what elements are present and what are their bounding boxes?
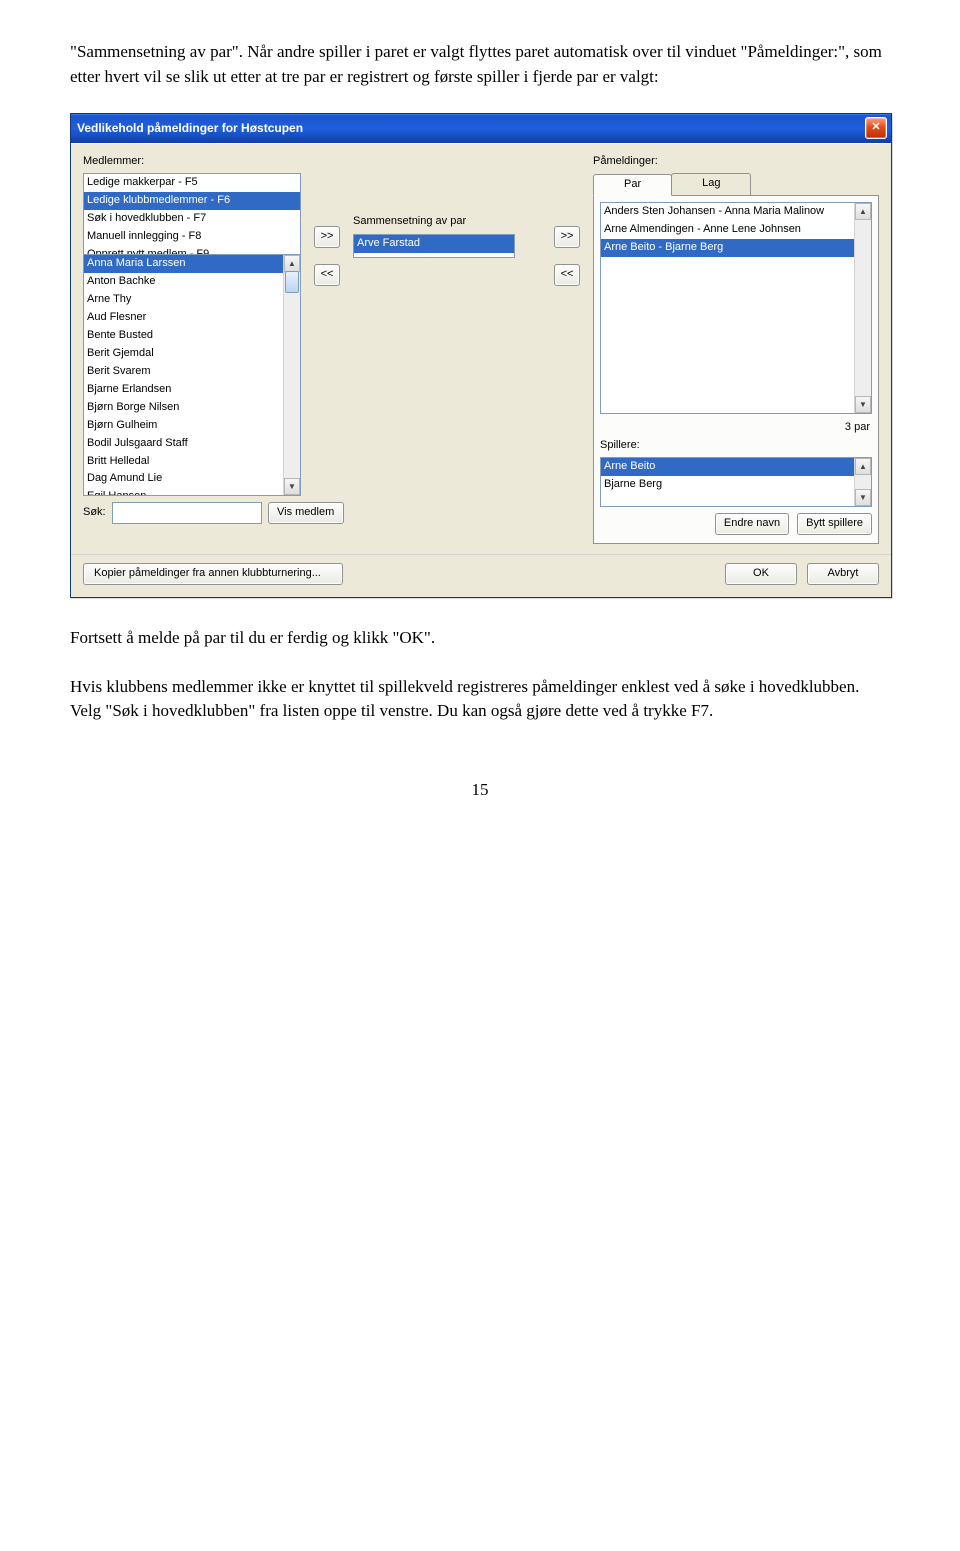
members-column: Medlemmer: Ledige makkerpar - F5 Ledige … — [83, 154, 301, 544]
list-item[interactable]: Manuell innlegging - F8 — [84, 228, 300, 246]
page-number: 15 — [70, 778, 890, 803]
scroll-up-icon[interactable]: ▲ — [855, 458, 871, 475]
intro-paragraph: "Sammensetning av par". Når andre spille… — [70, 40, 890, 89]
list-item[interactable]: Britt Helledal — [84, 453, 300, 471]
tabs: Par Lag — [593, 173, 879, 195]
list-item[interactable]: Ledige makkerpar - F5 — [84, 174, 300, 192]
list-item[interactable]: Arne Almendingen - Anne Lene Johnsen — [601, 221, 871, 239]
scroll-down-icon[interactable]: ▼ — [855, 396, 871, 413]
close-icon[interactable]: ✕ — [865, 117, 887, 139]
swap-players-button[interactable]: Bytt spillere — [797, 513, 872, 535]
list-item[interactable]: Anna Maria Larssen — [84, 255, 300, 273]
paragraph-2: Fortsett å melde på par til du er ferdig… — [70, 626, 890, 651]
move-left-button-2[interactable]: << — [554, 264, 580, 286]
players-list[interactable]: Arne Beito Bjarne Berg ▲ ▼ — [600, 457, 872, 507]
tab-content: Anders Sten Johansen - Anna Maria Malino… — [593, 195, 879, 544]
pairs-list[interactable]: Anders Sten Johansen - Anna Maria Malino… — [600, 202, 872, 414]
scrollbar[interactable]: ▲ ▼ — [854, 458, 871, 506]
search-label: Søk: — [83, 505, 106, 521]
list-item[interactable]: Arne Thy — [84, 291, 300, 309]
list-item[interactable]: Bente Busted — [84, 327, 300, 345]
list-item[interactable]: Bjørn Gulheim — [84, 417, 300, 435]
scroll-thumb[interactable] — [285, 271, 299, 293]
list-item[interactable]: Anders Sten Johansen - Anna Maria Malino… — [601, 203, 871, 221]
scroll-down-icon[interactable]: ▼ — [855, 489, 871, 506]
edit-name-button[interactable]: Endre navn — [715, 513, 789, 535]
members-list[interactable]: Anna Maria Larssen Anton Bachke Arne Thy… — [83, 255, 301, 496]
list-item[interactable]: Arne Beito - Bjarne Berg — [601, 239, 871, 257]
tab-par[interactable]: Par — [593, 174, 672, 196]
list-item[interactable]: Bodil Julsgaard Staff — [84, 435, 300, 453]
move-buttons-2: >> << — [549, 154, 585, 544]
copy-registrations-button[interactable]: Kopier påmeldinger fra annen klubbturner… — [83, 563, 343, 585]
registrations-column: Påmeldinger: Par Lag Anders Sten Johanse… — [593, 154, 879, 544]
composition-value[interactable]: Arve Farstad — [354, 235, 514, 253]
composition-box[interactable]: Arve Farstad — [353, 234, 515, 258]
scrollbar[interactable]: ▲ ▼ — [854, 203, 871, 413]
move-buttons-1: >> << — [309, 154, 345, 544]
composition-column: Sammensetning av par Arve Farstad — [353, 154, 541, 544]
players-label: Spillere: — [600, 438, 872, 454]
player-buttons: Endre navn Bytt spillere — [600, 513, 872, 535]
list-item[interactable]: Opprett nytt medlem - F9 — [84, 246, 300, 255]
list-item[interactable]: Ledige klubbmedlemmer - F6 — [84, 192, 300, 210]
list-item[interactable]: Bjarne Erlandsen — [84, 381, 300, 399]
move-right-button[interactable]: >> — [314, 226, 340, 248]
list-item[interactable]: Berit Gjemdal — [84, 345, 300, 363]
paragraph-3: Hvis klubbens medlemmer ikke er knyttet … — [70, 675, 890, 724]
member-modes-list[interactable]: Ledige makkerpar - F5 Ledige klubbmedlem… — [83, 173, 301, 255]
title-bar[interactable]: Vedlikehold påmeldinger for Høstcupen ✕ — [71, 114, 891, 143]
list-item[interactable]: Bjørn Borge Nilsen — [84, 399, 300, 417]
list-item[interactable]: Dag Amund Lie — [84, 470, 300, 488]
dialog-title: Vedlikehold påmeldinger for Høstcupen — [77, 120, 303, 137]
members-label: Medlemmer: — [83, 154, 301, 170]
dialog-footer: Kopier påmeldinger fra annen klubbturner… — [71, 554, 891, 597]
list-item[interactable]: Egil Hansen — [84, 488, 300, 496]
list-item[interactable]: Aud Flesner — [84, 309, 300, 327]
list-item[interactable]: Anton Bachke — [84, 273, 300, 291]
search-row: Søk: Vis medlem — [83, 502, 301, 524]
list-item[interactable]: Berit Svarem — [84, 363, 300, 381]
pair-count: 3 par — [600, 420, 870, 436]
cancel-button[interactable]: Avbryt — [807, 563, 879, 585]
scroll-up-icon[interactable]: ▲ — [284, 255, 300, 272]
list-item[interactable]: Søk i hovedklubben - F7 — [84, 210, 300, 228]
registration-dialog: Vedlikehold påmeldinger for Høstcupen ✕ … — [70, 113, 892, 598]
scrollbar[interactable]: ▲ ▼ — [283, 255, 300, 495]
move-left-button[interactable]: << — [314, 264, 340, 286]
list-item[interactable]: Arne Beito — [601, 458, 871, 476]
scroll-down-icon[interactable]: ▼ — [284, 478, 300, 495]
scroll-up-icon[interactable]: ▲ — [855, 203, 871, 220]
search-input[interactable] — [112, 502, 262, 524]
tab-lag[interactable]: Lag — [671, 173, 751, 195]
dialog-body: Medlemmer: Ledige makkerpar - F5 Ledige … — [71, 143, 891, 554]
ok-button[interactable]: OK — [725, 563, 797, 585]
list-item[interactable]: Bjarne Berg — [601, 476, 871, 494]
move-right-button-2[interactable]: >> — [554, 226, 580, 248]
registrations-label: Påmeldinger: — [593, 154, 879, 170]
composition-label: Sammensetning av par — [353, 214, 541, 230]
